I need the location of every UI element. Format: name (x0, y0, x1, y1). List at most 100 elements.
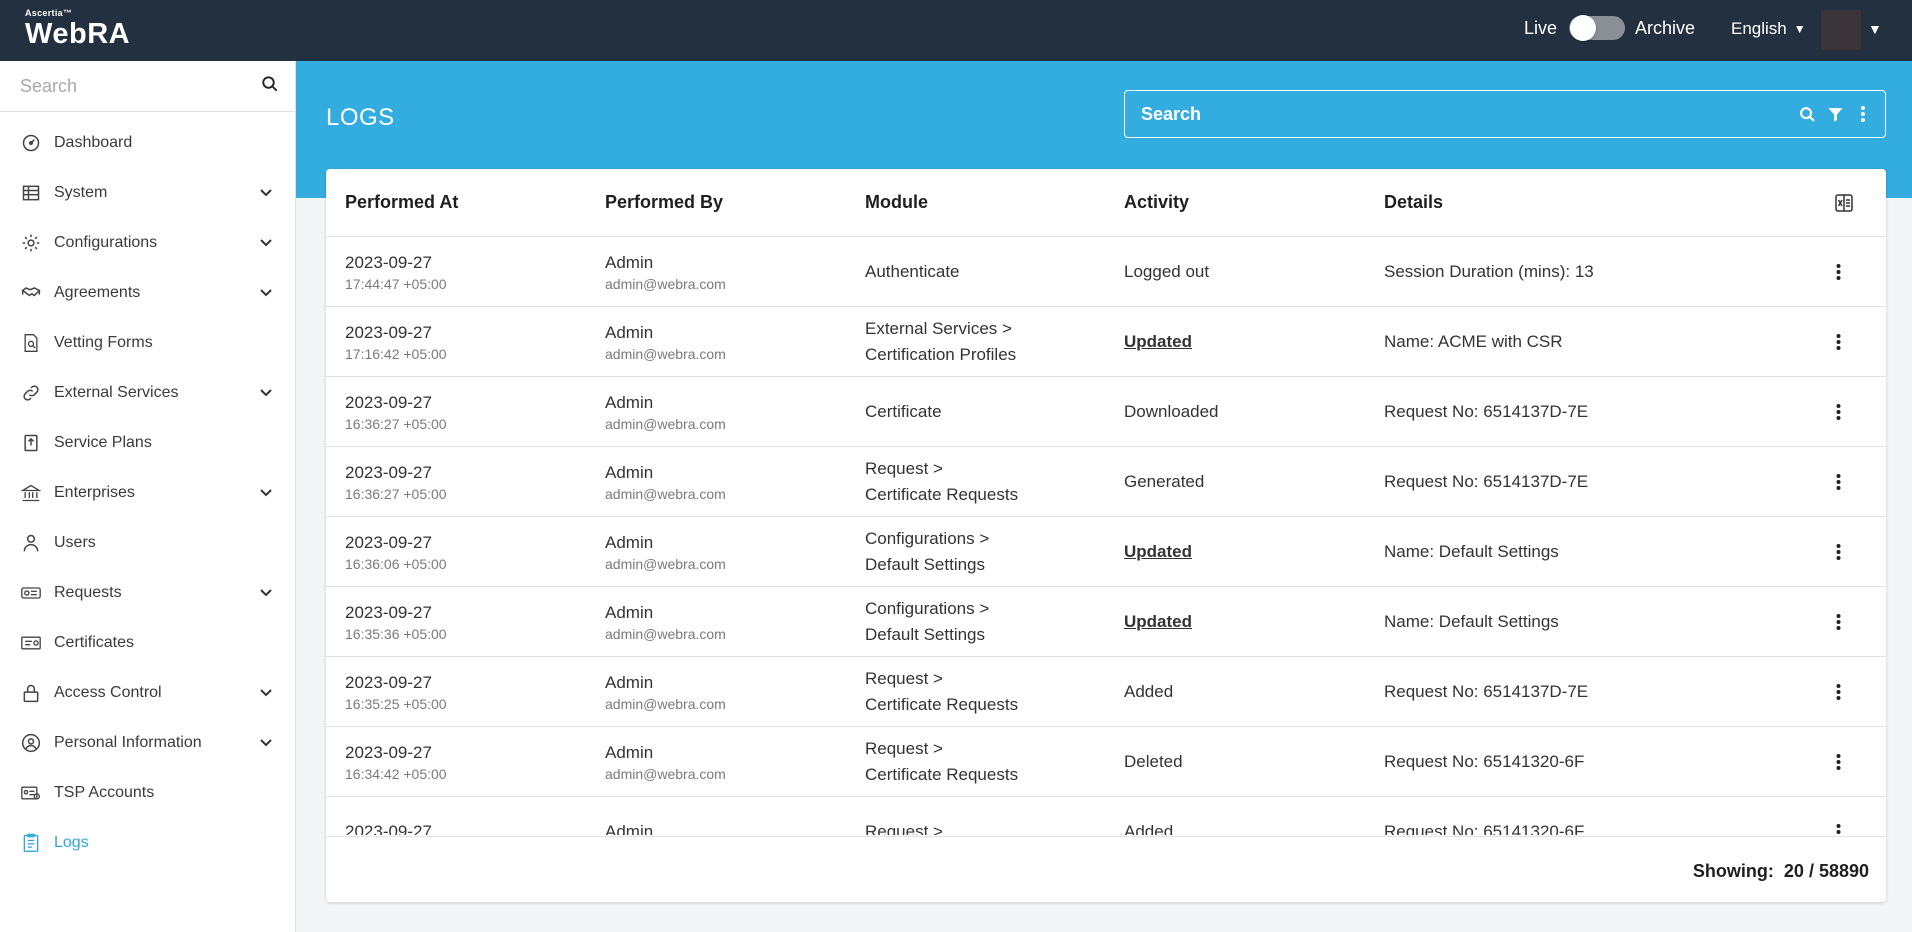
sidebar-item-agreements[interactable]: Agreements (0, 268, 295, 318)
activity-link[interactable]: Updated (1124, 612, 1192, 632)
table-row[interactable]: 2023-09-27 17:44:47 +05:00 Admin admin@webr… (326, 237, 1886, 307)
chevron-down-icon[interactable] (257, 734, 275, 752)
table-row[interactable]: 2023-09-27 16:36:27 +05:00 Admin admin@webr… (326, 447, 1886, 517)
row-actions-menu-icon[interactable] (1828, 331, 1848, 353)
sidebar-item-users[interactable]: Users (0, 518, 295, 568)
sidebar-item-access-control[interactable]: Access Control (0, 668, 295, 718)
log-user: Admin (605, 602, 654, 622)
activity-text: Deleted (1124, 752, 1183, 771)
column-header-activity[interactable]: Activity (1124, 192, 1189, 213)
logs-search-input[interactable] (1141, 103, 1793, 125)
chevron-down-icon[interactable] (257, 284, 275, 302)
module-cell: External Services > Certification Profile… (865, 307, 1016, 377)
table-row[interactable]: 2023-09-27 16:35:25 +05:00 Admin admin@webr… (326, 657, 1886, 727)
user-menu-caret-icon[interactable]: ▼ (1868, 21, 1882, 37)
table-row[interactable]: 2023-09-27 16:36:06 +05:00 Admin admin@webr… (326, 517, 1886, 587)
tsp-account-icon (20, 782, 42, 804)
activity-text: Downloaded (1124, 402, 1219, 421)
table-row[interactable]: 2023-09-27 16:34:42 +05:00 Admin admin@webr… (326, 727, 1886, 797)
language-selector[interactable]: English ▼ (1731, 19, 1806, 39)
search-icon[interactable] (1793, 100, 1821, 128)
logs-search-bar (1124, 90, 1886, 138)
log-date: 2023-09-27 (345, 322, 432, 342)
activity-text: Added (1124, 682, 1174, 701)
activity-link[interactable]: Updated (1124, 332, 1192, 352)
sidebar-item-service-plans[interactable]: Service Plans (0, 418, 295, 468)
sidebar-item-vetting-forms[interactable]: Vetting Forms (0, 318, 295, 368)
performed-at-cell: 2023-09-27 16:36:27 +05:00 (345, 377, 447, 447)
sidebar: Dashboard System Configurations Agreements V… (0, 61, 296, 932)
sidebar-item-system[interactable]: System (0, 168, 295, 218)
sidebar-item-certificates[interactable]: Certificates (0, 618, 295, 668)
log-user: Admin (605, 252, 654, 272)
column-header-module[interactable]: Module (865, 192, 928, 213)
more-vertical-icon[interactable] (1849, 100, 1877, 128)
table-row[interactable]: 2023-09-27 16:35:36 +05:00 Admin admin@webr… (326, 587, 1886, 657)
export-excel-icon[interactable] (1834, 193, 1854, 213)
filter-icon[interactable] (1821, 100, 1849, 128)
brand-logo[interactable]: Ascertia™ WebRA (25, 8, 130, 50)
chevron-down-icon[interactable] (257, 234, 275, 252)
archive-label: Archive (1635, 17, 1696, 38)
module-cell: Configurations > Default Settings (865, 517, 989, 587)
row-actions-menu-icon[interactable] (1828, 751, 1848, 773)
sidebar-item-label: Personal Information (54, 734, 202, 751)
log-user: Admin (605, 392, 654, 412)
log-date: 2023-09-27 (345, 462, 432, 482)
sidebar-item-personal-information[interactable]: Personal Information (0, 718, 295, 768)
sidebar-item-requests[interactable]: Requests (0, 568, 295, 618)
sidebar-search-input[interactable] (20, 75, 261, 97)
dashboard-icon (20, 132, 42, 154)
log-user: Admin (605, 532, 654, 552)
sidebar-item-tsp-accounts[interactable]: TSP Accounts (0, 768, 295, 818)
logs-icon (20, 832, 42, 854)
sidebar-item-enterprises[interactable]: Enterprises (0, 468, 295, 518)
details-cell: Name: ACME with CSR (1384, 307, 1563, 377)
chevron-down-icon[interactable] (257, 684, 275, 702)
chevron-down-icon[interactable] (257, 484, 275, 502)
row-actions-menu-icon[interactable] (1828, 261, 1848, 283)
live-archive-toggle[interactable] (1569, 15, 1626, 41)
activity-text: Added (1124, 822, 1174, 835)
table-row[interactable]: 2023-09-27 16:36:27 +05:00 Admin admin@webr… (326, 377, 1886, 447)
table-row[interactable]: 2023-09-27 17:16:42 +05:00 Admin admin@webr… (326, 307, 1886, 377)
chevron-down-icon[interactable] (257, 584, 275, 602)
activity-cell: Downloaded (1124, 377, 1219, 447)
row-actions-menu-icon[interactable] (1828, 681, 1848, 703)
user-icon (20, 532, 42, 554)
column-header-details[interactable]: Details (1384, 192, 1443, 213)
sidebar-item-label: Configurations (54, 234, 158, 251)
sidebar-item-label: Enterprises (54, 484, 135, 501)
module-cell: Request > Certificate Requests (865, 657, 1018, 727)
module-line-1: Request > (865, 822, 943, 835)
row-actions-menu-icon[interactable] (1828, 401, 1848, 423)
sidebar-item-external-services[interactable]: External Services (0, 368, 295, 418)
sidebar-item-label: Access Control (54, 684, 162, 701)
row-actions-menu-icon[interactable] (1828, 541, 1848, 563)
details-cell: Request No: 65141320-6F (1384, 797, 1584, 835)
sidebar-item-logs[interactable]: Logs (0, 818, 295, 868)
details-text: Name: Default Settings (1384, 542, 1559, 561)
activity-cell: Deleted (1124, 727, 1183, 797)
table-row[interactable]: 2023-09-27 Admin Request > Added Request No:… (326, 797, 1886, 835)
lock-icon (20, 682, 42, 704)
row-actions-menu-icon[interactable] (1828, 611, 1848, 633)
avatar[interactable] (1821, 10, 1861, 50)
sidebar-item-configurations[interactable]: Configurations (0, 218, 295, 268)
module-line-2: Certificate Requests (865, 765, 1019, 784)
search-icon[interactable] (261, 75, 279, 98)
activity-link[interactable]: Updated (1124, 542, 1192, 562)
chevron-down-icon[interactable] (257, 384, 275, 402)
chevron-down-icon[interactable] (257, 184, 275, 202)
column-header-performed-at[interactable]: Performed At (345, 192, 458, 213)
log-date: 2023-09-27 (345, 602, 432, 622)
row-actions-menu-icon[interactable] (1828, 471, 1848, 493)
column-header-performed-by[interactable]: Performed By (605, 192, 723, 213)
log-time: 16:36:27 +05:00 (345, 485, 447, 502)
row-actions-menu-icon[interactable] (1828, 821, 1848, 835)
module-line-1: Request > (865, 669, 943, 688)
details-text: Request No: 65141320-6F (1384, 752, 1585, 771)
sidebar-item-dashboard[interactable]: Dashboard (0, 118, 295, 168)
log-date: 2023-09-27 (345, 672, 432, 692)
performed-at-cell: 2023-09-27 16:35:36 +05:00 (345, 587, 447, 657)
